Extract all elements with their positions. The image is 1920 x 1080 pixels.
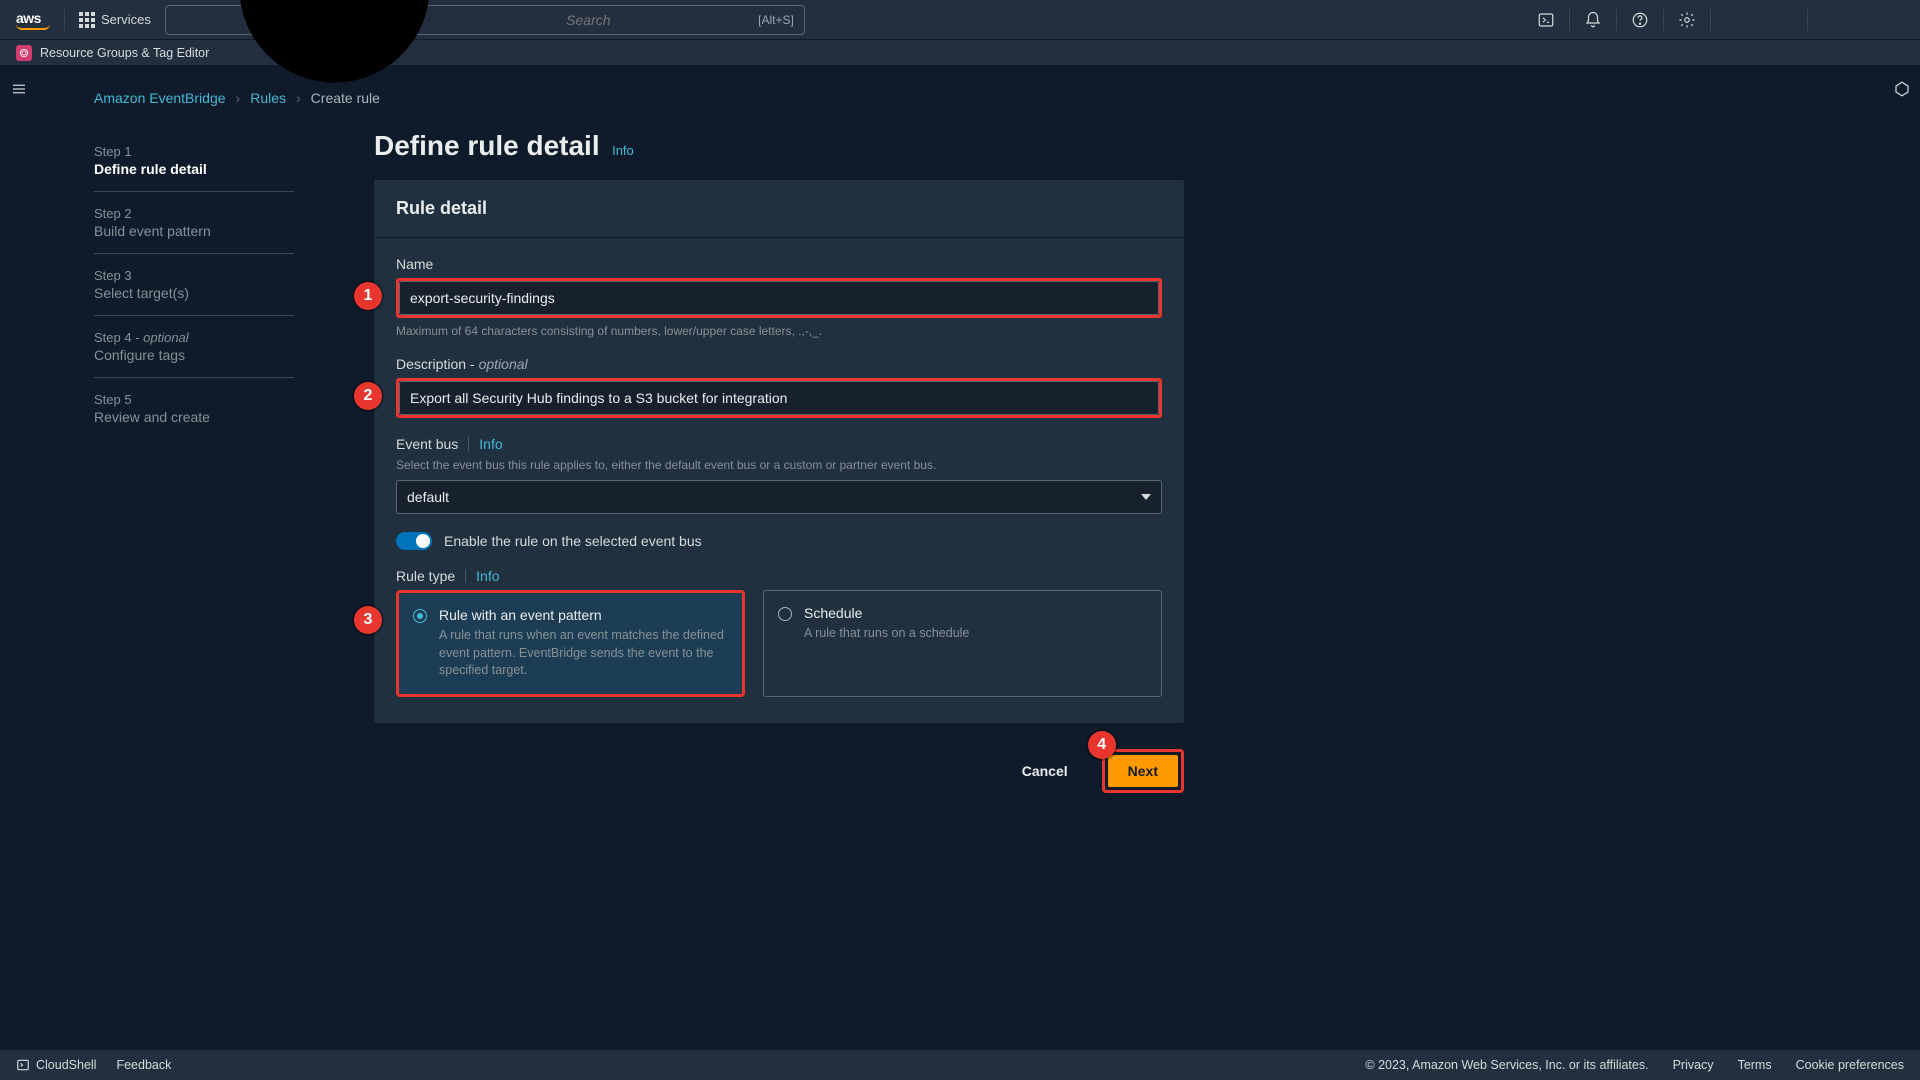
enable-rule-toggle[interactable] [396, 532, 432, 550]
event-bus-hint: Select the event bus this rule applies t… [396, 458, 1162, 472]
step-label: Review and create [94, 409, 294, 425]
step-number: Step 2 [94, 206, 294, 221]
radio-description: A rule that runs on a schedule [804, 625, 1147, 643]
account-menu[interactable] [1808, 0, 1904, 40]
description-label: Description - optional [396, 356, 1162, 372]
wizard-actions: Cancel 4 Next [374, 749, 1184, 793]
event-bus-label: Event busInfo [396, 436, 1162, 452]
feedback-link[interactable]: Feedback [116, 1058, 171, 1072]
page-title: Define rule detail [374, 130, 600, 161]
step-2[interactable]: Step 2 Build event pattern [94, 192, 294, 254]
step-5[interactable]: Step 5 Review and create [94, 378, 294, 439]
radio-icon [778, 607, 792, 621]
field-enable-toggle: Enable the rule on the selected event bu… [396, 532, 1162, 550]
step-3[interactable]: Step 3 Select target(s) [94, 254, 294, 316]
divider [64, 9, 65, 31]
step-label: Build event pattern [94, 223, 294, 239]
services-menu[interactable]: Services [79, 12, 151, 28]
settings-icon[interactable] [1664, 0, 1710, 40]
breadcrumb: Amazon EventBridge › Rules › Create rule [94, 90, 1794, 106]
field-description: 2 Description - optional [396, 356, 1162, 418]
step-number: Step 3 [94, 268, 294, 283]
radio-description: A rule that runs when an event matches t… [439, 627, 728, 680]
aws-logo[interactable]: aws [16, 10, 50, 30]
event-bus-value: default [407, 489, 449, 505]
radio-title: Rule with an event pattern [439, 607, 728, 623]
field-rule-type: 3 Rule typeInfo Rule with an event patte… [396, 568, 1162, 697]
search-shortcut: [Alt+S] [758, 13, 794, 27]
enable-rule-label: Enable the rule on the selected event bu… [444, 533, 702, 549]
description-input[interactable] [399, 381, 1159, 415]
step-label: Configure tags [94, 347, 294, 363]
annotation-4: 4 [1088, 731, 1116, 759]
step-number: Step 1 [94, 144, 294, 159]
privacy-link[interactable]: Privacy [1673, 1058, 1714, 1072]
field-name: 1 Name Maximum of 64 characters consisti… [396, 256, 1162, 338]
hexagon-icon [1893, 80, 1911, 98]
info-link[interactable]: Info [479, 436, 502, 452]
copyright: © 2023, Amazon Web Services, Inc. or its… [1365, 1058, 1648, 1072]
annotation-1: 1 [354, 282, 382, 310]
cancel-button[interactable]: Cancel [1002, 754, 1088, 788]
services-label: Services [101, 12, 151, 27]
radio-icon [413, 609, 427, 623]
wizard-content: Define rule detail Info Rule detail 1 Na… [374, 130, 1184, 793]
global-header: aws Services [Alt+S] [0, 0, 1920, 40]
rule-type-schedule[interactable]: Schedule A rule that runs on a schedule [763, 590, 1162, 697]
step-label: Select target(s) [94, 285, 294, 301]
cloudshell-icon [16, 1058, 30, 1072]
chevron-right-icon: › [296, 90, 301, 106]
terms-link[interactable]: Terms [1738, 1058, 1772, 1072]
step-1[interactable]: Step 1 Define rule detail [94, 130, 294, 192]
chevron-right-icon: › [236, 90, 241, 106]
region-selector[interactable] [1711, 0, 1807, 40]
cloudshell-link[interactable]: CloudShell [16, 1058, 96, 1072]
info-link[interactable]: Info [612, 143, 634, 158]
header-utility-icons [1523, 0, 1904, 40]
breadcrumb-rules[interactable]: Rules [250, 90, 286, 106]
cloudshell-icon[interactable] [1523, 0, 1569, 40]
wizard-steps: Step 1 Define rule detail Step 2 Build e… [94, 130, 294, 439]
breadcrumb-eventbridge[interactable]: Amazon EventBridge [94, 90, 226, 106]
help-icon[interactable] [1617, 0, 1663, 40]
caret-down-icon [1141, 494, 1151, 500]
annotation-3: 3 [354, 606, 382, 634]
breadcrumb-current: Create rule [311, 90, 380, 106]
step-number: Step 5 [94, 392, 294, 407]
field-event-bus: Event busInfo Select the event bus this … [396, 436, 1162, 514]
next-button[interactable]: Next [1107, 754, 1179, 788]
search-input[interactable] [564, 11, 750, 29]
panel-title: Rule detail [374, 180, 1184, 238]
rule-type-event-pattern[interactable]: Rule with an event pattern A rule that r… [399, 593, 742, 694]
name-hint: Maximum of 64 characters consisting of n… [396, 324, 1162, 338]
info-link[interactable]: Info [476, 568, 499, 584]
favorite-item[interactable]: Resource Groups & Tag Editor [40, 46, 209, 60]
name-input[interactable] [399, 281, 1159, 315]
global-search[interactable]: [Alt+S] [165, 5, 805, 35]
cookie-preferences-link[interactable]: Cookie preferences [1796, 1058, 1904, 1072]
rule-type-label: Rule typeInfo [396, 568, 1162, 584]
event-bus-select[interactable]: default [396, 480, 1162, 514]
global-footer: CloudShell Feedback © 2023, Amazon Web S… [0, 1050, 1920, 1080]
main-content: Amazon EventBridge › Rules › Create rule… [38, 66, 1882, 1050]
radio-title: Schedule [804, 605, 1147, 621]
notifications-icon[interactable] [1570, 0, 1616, 40]
help-panel-toggle[interactable] [1882, 66, 1920, 1050]
annotation-2: 2 [354, 382, 382, 410]
step-4[interactable]: Step 4 - optional Configure tags [94, 316, 294, 378]
rule-detail-panel: Rule detail 1 Name Maximum of 64 charact… [374, 180, 1184, 723]
step-number: Step 4 - optional [94, 330, 294, 345]
name-label: Name [396, 256, 1162, 272]
side-nav-toggle[interactable] [0, 66, 38, 1050]
resource-groups-icon [16, 45, 32, 61]
hamburger-icon [10, 80, 28, 98]
step-label: Define rule detail [94, 161, 294, 177]
grid-icon [79, 12, 95, 28]
